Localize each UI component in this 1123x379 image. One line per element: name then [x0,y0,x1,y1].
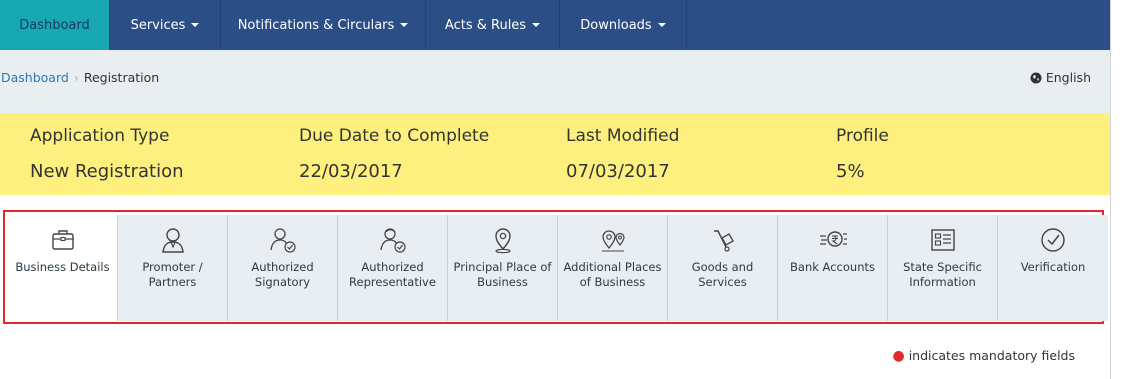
nav-acts-rules-label: Acts & Rules [444,17,527,33]
rupee-coin-icon [816,225,850,255]
language-label: English [1045,70,1091,85]
tab-additional-places-label: Additional Places of Business [563,260,662,289]
tab-business-details-label: Business Details [15,260,110,274]
breadcrumb-dashboard-link[interactable]: Dashboard [1,70,69,85]
registration-tabs-highlight: Business Details Promoter / Partners Aut… [3,210,1108,324]
tab-goods-services-label: Goods and Services [691,260,754,289]
tab-verification[interactable]: Verification [998,215,1108,321]
signatory-icon [266,225,300,255]
application-summary: Application Type New Registration Due Da… [0,113,1110,195]
due-date-label: Due Date to Complete [299,126,490,146]
tab-state-specific[interactable]: State Specific Information [888,215,998,321]
tab-business-details[interactable]: Business Details [8,215,118,321]
last-modified-value: 07/03/2017 [566,161,670,182]
breadcrumb-separator: › [73,70,79,85]
tab-principal-place-label: Principal Place of Business [453,260,552,289]
chevron-down-icon [400,23,409,27]
nav-notifications-label: Notifications & Circulars [237,17,395,33]
mandatory-dot-icon: ● [892,348,905,364]
info-card-icon [926,225,960,255]
mandatory-fields-note: ● indicates mandatory fields [892,348,1075,364]
tab-authorized-representative-label: Authorized Representative [349,260,436,289]
tab-bank-accounts[interactable]: Bank Accounts [778,215,888,321]
tab-verification-label: Verification [1020,260,1086,274]
chevron-down-icon [532,23,541,27]
check-circle-icon [1036,225,1070,255]
globe-icon [1030,72,1042,83]
briefcase-icon [46,225,80,255]
application-type-label: Application Type [30,126,170,146]
tab-additional-places[interactable]: Additional Places of Business [558,215,668,321]
tab-bank-accounts-label: Bank Accounts [790,260,875,274]
language-selector[interactable]: English [1030,70,1091,85]
nav-dashboard-label: Dashboard [19,17,90,33]
profile-value: 5% [836,161,865,182]
tab-authorized-signatory-label: Authorized Signatory [251,260,314,289]
mandatory-note-text: indicates mandatory fields [908,348,1075,363]
chevron-down-icon [657,23,666,27]
due-date-value: 22/03/2017 [299,161,403,182]
nav-downloads-label: Downloads [580,17,652,33]
tab-promoter-partners-label: Promoter / Partners [142,260,203,289]
multi-pin-icon [596,225,630,255]
tab-promoter-partners[interactable]: Promoter / Partners [118,215,228,321]
person-icon [156,225,190,255]
nav-acts-rules[interactable]: Acts & Rules [426,0,560,50]
profile-label: Profile [836,126,889,146]
nav-dashboard[interactable]: Dashboard [0,0,110,50]
tab-authorized-representative[interactable]: Authorized Representative [338,215,448,321]
representative-icon [376,225,410,255]
breadcrumb-current: Registration [83,70,160,85]
nav-services[interactable]: Services [110,0,221,50]
map-pin-icon [486,225,520,255]
tab-state-specific-label: State Specific Information [903,260,982,289]
application-type-value: New Registration [30,161,184,182]
chevron-down-icon [191,23,200,27]
registration-tabs: Business Details Promoter / Partners Aut… [8,215,1108,321]
nav-downloads[interactable]: Downloads [560,0,687,50]
main-nav: Dashboard Services Notifications & Circu… [0,0,1110,50]
last-modified-label: Last Modified [566,126,680,146]
tab-principal-place[interactable]: Principal Place of Business [448,215,558,321]
nav-services-label: Services [130,17,186,33]
page-frame: Dashboard Services Notifications & Circu… [0,0,1111,379]
tab-goods-services[interactable]: Goods and Services [668,215,778,321]
tab-authorized-signatory[interactable]: Authorized Signatory [228,215,338,321]
trolley-icon [706,225,740,255]
breadcrumb: Dashboard › Registration [1,70,159,85]
nav-notifications[interactable]: Notifications & Circulars [221,0,426,50]
